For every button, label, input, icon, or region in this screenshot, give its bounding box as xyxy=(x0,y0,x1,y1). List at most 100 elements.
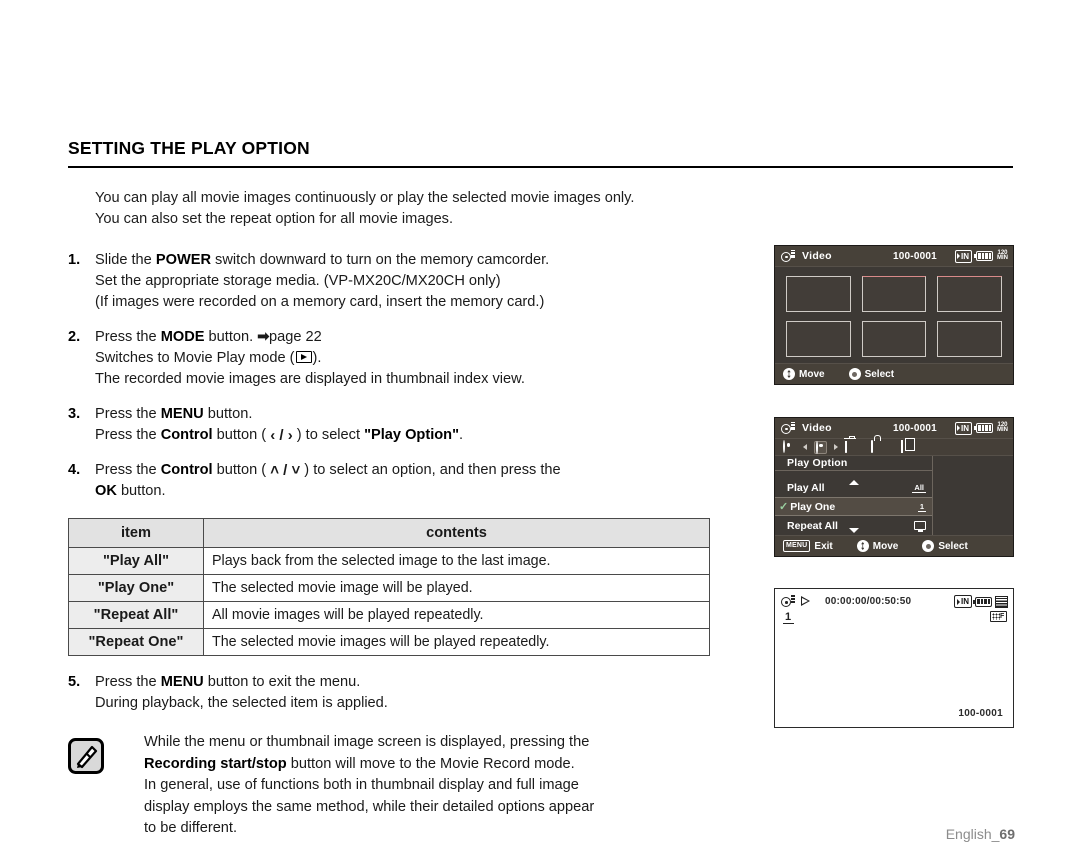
battery-icon xyxy=(974,251,993,261)
step-1-number: 1. xyxy=(68,252,81,268)
note-line-3: In general, use of functions both in thu… xyxy=(144,777,579,793)
step-5-lead-b: button to exit the menu. xyxy=(203,674,361,690)
step-4-ok-bold: OK xyxy=(95,483,117,499)
footer-page-number: 69 xyxy=(999,826,1015,842)
table-row: "Repeat One" The selected movie images w… xyxy=(68,628,710,656)
note-recording-bold: Recording start/stop xyxy=(144,755,287,772)
lcd3-file-number: 100-0001 xyxy=(958,708,1003,719)
thumbnail-cell[interactable] xyxy=(786,321,851,357)
thumbnail-cell[interactable] xyxy=(861,321,927,357)
thumbnail-cell[interactable] xyxy=(861,276,927,312)
lcd1-move-hint: Move xyxy=(783,368,825,380)
step-4-sub-1-b: button. xyxy=(116,483,166,499)
hdf-letter: F xyxy=(1000,612,1005,620)
lcd1-status-icons: IN 120 MIN xyxy=(955,249,1008,263)
four-way-move-icon xyxy=(783,368,795,380)
title-divider xyxy=(68,166,1013,168)
lcd2-bottom-bar: MENU Exit Move Select xyxy=(775,535,1013,556)
step-2-mode-bold: MODE xyxy=(160,329,205,345)
steps-list: 1. Slide the POWER switch downward to tu… xyxy=(68,250,718,502)
battery-icon xyxy=(973,596,992,607)
step-3-sub-1-d: . xyxy=(459,427,464,443)
copy-icon[interactable] xyxy=(901,439,914,454)
lcd2-exit-label: Exit xyxy=(814,540,833,552)
internal-memory-icon: IN xyxy=(954,595,972,608)
step-2-lead-b: button. xyxy=(204,329,258,345)
table-header-row: item contents xyxy=(68,518,710,548)
chevron-left-icon[interactable] xyxy=(803,444,807,450)
check-icon: ✓ xyxy=(779,501,789,513)
thumbnail-cell[interactable] xyxy=(786,276,851,312)
step-2: 2. Press the MODE button. ➡page 22 Switc… xyxy=(68,327,718,390)
lcd1-mode-label: Video xyxy=(802,250,832,262)
lcd-screenshot-play-option-menu: Video 100-0001 IN 120 MIN Play Option Pl… xyxy=(774,417,1014,557)
step-3-play-option-target: "Play Option" xyxy=(364,427,460,443)
step-3-body: Press the MENU button. Press the Control… xyxy=(95,404,718,446)
menu-area: Play Option Play All All ✓ Play One 1 Re… xyxy=(775,456,1013,544)
play-option-icon[interactable] xyxy=(814,440,827,454)
note-line-1: While the menu or thumbnail image screen… xyxy=(144,734,590,750)
table-cell-item: "Repeat One" xyxy=(68,628,204,656)
remaining-time-icon: 120 MIN xyxy=(997,250,1008,262)
intro-paragraph: You can play all movie images continuous… xyxy=(95,188,718,230)
lcd1-top-bar: Video 100-0001 IN 120 MIN xyxy=(775,246,1013,267)
step-1-lead-b: switch downward to turn on the memory ca… xyxy=(211,252,550,268)
table-header-contents: contents xyxy=(203,518,710,548)
table-row: "Play All" Plays back from the selected … xyxy=(68,547,710,575)
menu-item-repeat-all[interactable]: Repeat All xyxy=(775,516,932,535)
lcd2-file-number: 100-0001 xyxy=(893,422,937,434)
step-3-sub-1: Press the Control button ( ‹ / › ) to se… xyxy=(95,425,718,446)
table-cell-item: "Play All" xyxy=(68,547,204,575)
menu-tab-row xyxy=(775,439,1013,456)
lcd2-move-label: Move xyxy=(872,540,899,552)
menu-item-play-all[interactable]: Play All All xyxy=(775,478,932,497)
step-3-menu-bold: MENU xyxy=(160,406,204,422)
note-line-2-rest: button will move to the Movie Record mod… xyxy=(286,755,575,772)
step-2-sub-1-b: ). xyxy=(312,350,322,366)
step-1-sub-1: Set the appropriate storage media. (VP-M… xyxy=(95,273,501,289)
page-arrow-icon: ➡ xyxy=(257,329,269,345)
table-cell-contents: All movie images will be played repeated… xyxy=(203,601,710,629)
note-block: While the menu or thumbnail image screen… xyxy=(68,732,718,840)
step-3-number: 3. xyxy=(68,406,81,422)
step-4-lead-c: ) to select an option, and then press th… xyxy=(300,462,561,478)
step-3-sub-1-c: ) to select xyxy=(292,427,365,443)
trash-icon[interactable] xyxy=(845,440,858,454)
lcd2-move-hint: Move xyxy=(856,540,899,552)
scroll-up-indicator[interactable] xyxy=(775,469,932,485)
table-cell-contents: The selected movie images will be played… xyxy=(203,628,710,656)
page-footer: English_69 xyxy=(946,826,1015,842)
lcd1-bottom-bar: Move Select xyxy=(775,363,1013,384)
menu-item-play-one[interactable]: ✓ Play One 1 xyxy=(775,497,932,516)
step-2-sub-1: Switches to Movie Play mode (). xyxy=(95,348,718,369)
lcd1-file-number: 100-0001 xyxy=(893,250,937,262)
play-status-icon xyxy=(801,596,812,607)
video-reel-icon xyxy=(781,421,795,435)
step-3-lead-b: button. xyxy=(203,406,253,422)
step-2-number: 2. xyxy=(68,329,81,345)
ok-select-icon xyxy=(922,540,935,552)
note-line-2: Recording start/stop button will move to… xyxy=(144,754,594,776)
remaining-minutes-unit: MIN xyxy=(997,255,1008,261)
remaining-minutes-unit: MIN xyxy=(997,427,1008,433)
thumbnail-grid xyxy=(775,267,1013,357)
hdf-dots-icon xyxy=(992,613,1000,620)
memory-card-icon xyxy=(995,595,1008,608)
remaining-time-icon: 120 MIN xyxy=(997,422,1008,434)
table-header-item: item xyxy=(68,518,204,548)
lock-icon[interactable] xyxy=(871,439,884,454)
manual-page: SETTING THE PLAY OPTION You can play all… xyxy=(0,0,1080,868)
playback-index-label: 1 xyxy=(783,611,795,624)
chevron-right-icon[interactable] xyxy=(834,444,838,450)
gear-icon[interactable] xyxy=(783,439,796,454)
thumbnail-cell[interactable] xyxy=(937,321,1002,357)
lcd2-mode-label: Video xyxy=(802,422,832,434)
step-1-sub-2: (If images were recorded on a memory car… xyxy=(95,294,545,310)
thumbnail-cell[interactable] xyxy=(937,276,1002,312)
lcd-screenshot-thumbnail-index: Video 100-0001 IN 120 MIN Move Select xyxy=(774,245,1014,385)
step-5-number: 5. xyxy=(68,674,81,690)
table-cell-contents: Plays back from the selected image to th… xyxy=(203,547,710,575)
page-title: SETTING THE PLAY OPTION xyxy=(68,138,310,158)
menu-item-label: Play All xyxy=(787,481,825,494)
step-3-control-bold: Control xyxy=(160,427,213,443)
